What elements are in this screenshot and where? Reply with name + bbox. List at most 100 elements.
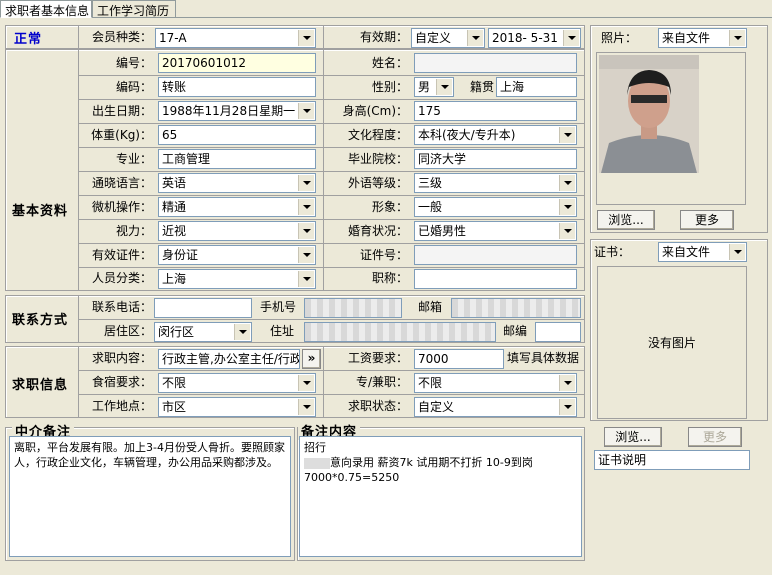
name-input[interactable]	[414, 53, 577, 73]
state-combo[interactable]: 自定义	[414, 397, 577, 417]
school-input[interactable]: 同济大学	[414, 149, 577, 169]
language-combo[interactable]: 英语	[158, 173, 316, 193]
chevron-down-icon	[559, 175, 575, 191]
computer-combo[interactable]: 精通	[158, 197, 316, 217]
id-type-combo[interactable]: 身份证	[158, 245, 316, 265]
phone-input[interactable]	[154, 298, 252, 318]
chevron-down-icon	[298, 247, 314, 263]
section-contact-title: 联系方式	[12, 313, 69, 328]
validity-date-picker[interactable]: 2018- 5-31	[488, 28, 581, 48]
image-combo[interactable]: 一般	[414, 197, 577, 217]
chevron-down-icon	[298, 175, 314, 191]
chevron-down-icon	[298, 199, 314, 215]
gender-combo[interactable]: 男	[414, 77, 454, 97]
intent-expand-button[interactable]: »	[302, 349, 321, 369]
salary-input[interactable]: 7000	[414, 349, 504, 369]
row-line	[78, 123, 585, 124]
chevron-down-icon	[559, 199, 575, 215]
membership-combo[interactable]: 17-A	[155, 28, 316, 48]
computer-value: 精通	[162, 200, 187, 214]
location-combo[interactable]: 市区	[158, 397, 316, 417]
row-line	[78, 219, 585, 220]
row-line	[78, 75, 585, 76]
zip-input[interactable]	[535, 322, 581, 342]
lodging-combo[interactable]: 不限	[158, 373, 316, 393]
parttime-value: 不限	[418, 376, 443, 390]
row-line	[78, 147, 585, 148]
status-label: 正常	[14, 32, 43, 47]
school-label: 毕业院校：	[347, 152, 408, 166]
marital-combo[interactable]: 已婚男性	[414, 221, 577, 241]
cert-source-value: 来自文件	[662, 245, 711, 259]
photo-source-combo[interactable]: 来自文件	[658, 28, 747, 48]
divider	[78, 346, 79, 418]
tab-resume[interactable]: 工作学习简历	[92, 0, 176, 18]
height-input[interactable]: 175	[414, 101, 577, 121]
state-label: 求职状态：	[347, 399, 408, 413]
category-combo[interactable]: 上海	[158, 269, 316, 289]
row-line	[78, 394, 585, 395]
cert-desc-input[interactable]: 证书说明	[594, 450, 750, 470]
major-input[interactable]: 工商管理	[158, 149, 316, 169]
state-value: 自定义	[418, 400, 455, 414]
parttime-combo[interactable]: 不限	[414, 373, 577, 393]
chevron-down-icon	[729, 30, 745, 46]
education-value: 本科(夜大/专升本)	[418, 128, 516, 142]
row-line	[78, 319, 585, 320]
id-type-label: 有效证件：	[91, 248, 152, 262]
notes-textarea[interactable]: 招行 意向录用 薪资7k 试用期不打折 10-9到岗 7000*0.75=525…	[299, 436, 582, 557]
chevron-down-icon	[234, 324, 250, 340]
intent-input[interactable]: 行政主管,办公室主任/行政	[158, 349, 300, 369]
validity-mode-combo[interactable]: 自定义	[411, 28, 485, 48]
district-label: 居住区：	[103, 324, 152, 338]
marital-label: 婚育状况：	[347, 224, 408, 238]
chevron-down-icon	[563, 30, 579, 46]
cert-source-combo[interactable]: 来自文件	[658, 242, 747, 262]
category-label: 人员分类：	[91, 271, 152, 285]
category-value: 上海	[162, 272, 187, 286]
row-line	[78, 99, 585, 100]
code-label: 编码：	[115, 80, 152, 94]
vision-combo[interactable]: 近视	[158, 221, 316, 241]
lang-level-combo[interactable]: 三级	[414, 173, 577, 193]
divider	[323, 49, 324, 291]
chevron-down-icon	[559, 223, 575, 239]
photo-more-button[interactable]: 更多	[680, 210, 734, 230]
birth-date-picker[interactable]: 1988年11月28日星期一	[158, 101, 316, 121]
lang-level-value: 三级	[418, 176, 443, 190]
lang-level-label: 外语等级：	[347, 176, 408, 190]
cert-image-frame: 没有图片	[597, 266, 747, 419]
code-input[interactable]: 转账	[158, 77, 316, 97]
weight-input[interactable]: 65	[158, 125, 316, 145]
email-label: 邮箱	[418, 300, 443, 314]
chevron-down-icon	[298, 399, 314, 415]
divider	[78, 25, 79, 49]
mobile-input[interactable]	[304, 298, 402, 318]
chevron-down-icon	[298, 375, 314, 391]
major-label: 专业：	[115, 152, 152, 166]
agent-notes-textarea[interactable]: 离职，平台发展有限。加上3-4月份受人骨折。要照顾家人，行政企业文化，车辆管理，…	[9, 436, 291, 557]
number-input[interactable]: 20170601012	[158, 53, 316, 73]
id-no-input[interactable]	[414, 245, 577, 265]
chevron-down-icon	[559, 399, 575, 415]
photo-browse-button[interactable]: 浏览...	[597, 210, 655, 230]
cert-more-button[interactable]: 更多	[688, 427, 742, 447]
row-line	[78, 171, 585, 172]
notes-line: 意向录用 薪资7k 试用期不打折 10-9到岗	[304, 455, 577, 470]
email-input[interactable]	[451, 298, 581, 318]
address-input[interactable]	[304, 322, 496, 342]
cert-empty-text: 没有图片	[647, 336, 696, 350]
tab-basic-info[interactable]: 求职者基本信息	[0, 0, 92, 18]
chevron-down-icon	[559, 127, 575, 143]
native-label: 籍贯	[470, 80, 495, 94]
title-input[interactable]	[414, 269, 577, 289]
education-combo[interactable]: 本科(夜大/专升本)	[414, 125, 577, 145]
birth-label: 出生日期：	[91, 104, 152, 118]
vision-value: 近视	[162, 224, 187, 238]
photo-frame	[596, 52, 746, 205]
cert-browse-button[interactable]: 浏览...	[604, 427, 662, 447]
native-input[interactable]: 上海	[496, 77, 577, 97]
district-combo[interactable]: 闵行区	[154, 322, 252, 342]
title-label: 职称：	[371, 271, 408, 285]
photo-source-value: 来自文件	[662, 31, 711, 45]
